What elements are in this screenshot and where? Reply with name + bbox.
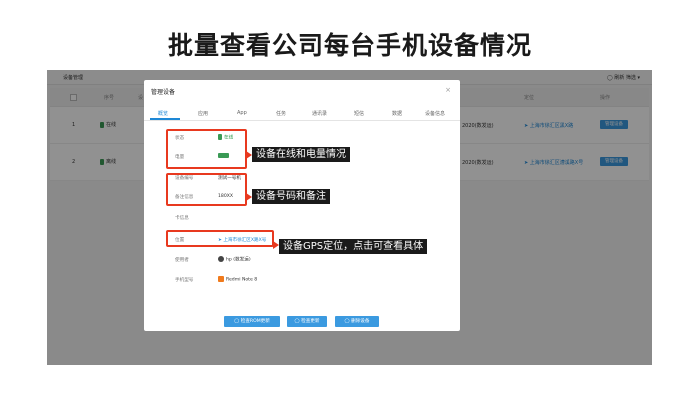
tab-app[interactable]: App [237,110,247,116]
tab-device-info[interactable]: 设备信息 [425,110,445,117]
callout-number-remark [166,173,247,206]
callout-gps [166,230,274,247]
model-value: Redmi Note 8 [218,276,257,283]
annotation-gps: 设备GPS定位，点击可查看具体 [279,239,428,254]
annotation-status-battery: 设备在线和电量情况 [252,147,350,162]
avatar [218,256,224,262]
tab-contacts[interactable]: 通讯录 [312,110,327,117]
modal-tabs: 概览 应用 App 任务 通讯录 短信 数据 设备信息 [144,106,460,121]
sim-info-label: 卡信息 [175,216,189,221]
modal-title: 管理设备 [151,89,176,96]
tab-data[interactable]: 数据 [392,110,402,117]
tab-overview[interactable]: 概览 [158,110,168,117]
tab-sms[interactable]: 短信 [354,110,364,117]
model-label: 手机型号 [175,278,194,283]
annotation-number-remark: 设备号码和备注 [252,189,330,204]
check-rom-update-button[interactable]: ◯ 检查ROM更新 [224,316,280,327]
close-icon[interactable]: × [445,86,451,94]
delete-device-button[interactable]: ◯ 删除设备 [335,316,379,327]
page-title: 批量查看公司每台手机设备情况 [167,31,532,60]
active-tab-indicator [150,118,180,120]
user-value: hp (数发运) [218,256,251,263]
user-label: 使用者 [175,258,189,263]
tab-apps[interactable]: 应用 [198,110,208,117]
check-update-button[interactable]: ◯ 检查更新 [287,316,327,327]
xiaomi-logo-icon [218,276,224,282]
app-window: 设备管理 ◯ 刷新 筛选 ▾ 序号 设 定位 操作 1 在线 2020(数发运)… [47,70,652,365]
callout-status-battery [166,129,247,169]
tab-tasks[interactable]: 任务 [276,110,286,117]
